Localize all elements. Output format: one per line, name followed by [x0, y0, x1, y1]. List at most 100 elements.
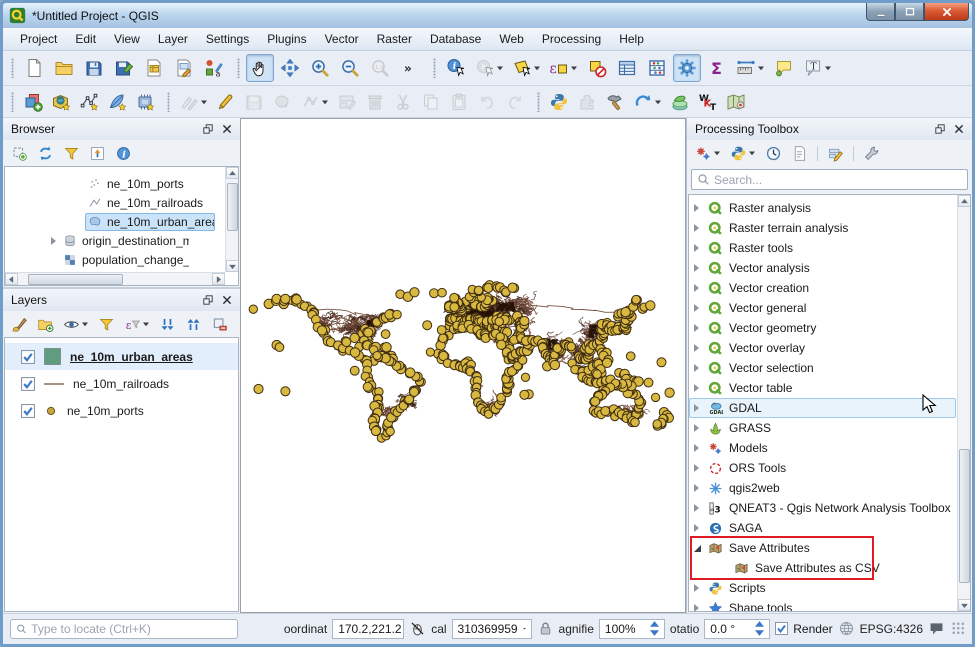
current-edits-button[interactable] [176, 89, 211, 115]
menu-vector[interactable]: Vector [316, 29, 368, 49]
statistics-sigma-button[interactable]: Σ [703, 54, 731, 82]
new-shapefile-button[interactable] [76, 89, 102, 115]
algorithm-vector-selection[interactable]: Vector selection [689, 358, 956, 378]
mouse-position-icon[interactable] [409, 620, 426, 637]
layer-checkbox-icon[interactable] [21, 404, 35, 418]
history-clock-button[interactable] [762, 142, 785, 164]
new-layout-button[interactable] [140, 54, 168, 82]
browser-item-ne-10m-ports[interactable]: ne_10m_ports [5, 174, 238, 193]
browser-item-origin-destination-matr[interactable]: origin_destination_matr [5, 231, 238, 250]
map-tips-button[interactable] [770, 54, 798, 82]
processing-close-button[interactable] [949, 121, 968, 138]
layer-item-ne-10m-ports[interactable]: ne_10m_ports [5, 397, 238, 424]
refresh-plugin-button[interactable] [630, 89, 665, 115]
magnifier-spinbox[interactable]: 100% [599, 619, 665, 639]
cut-button[interactable] [390, 89, 416, 115]
processing-toolbox-button[interactable] [673, 54, 701, 82]
models-button[interactable] [692, 142, 724, 164]
menu-layer[interactable]: Layer [149, 29, 197, 49]
expander-icon[interactable] [694, 504, 699, 512]
expander-icon[interactable] [694, 384, 699, 392]
algorithm-shape-tools[interactable]: Shape tools [689, 598, 956, 612]
select-by-expression-button[interactable]: ε [546, 54, 581, 82]
attribute-table-button[interactable] [613, 54, 641, 82]
algorithm-raster-terrain-analysis[interactable]: Raster terrain analysis [689, 218, 956, 238]
delete-selected-button[interactable] [362, 89, 388, 115]
algorithm-ors-tools[interactable]: ORS Tools [689, 458, 956, 478]
toolbar-grip[interactable] [537, 92, 540, 112]
remove-layer-button[interactable] [208, 313, 231, 335]
algorithm-vector-creation[interactable]: Vector creation [689, 278, 956, 298]
close-button[interactable] [924, 3, 969, 21]
new-scratch-layer-button[interactable] [132, 89, 158, 115]
algorithm-gdal[interactable]: GDALGDAL [689, 398, 956, 418]
zoom-native-button[interactable]: 1:1 [366, 54, 394, 82]
python-console-button[interactable] [546, 89, 572, 115]
expander-icon[interactable] [694, 224, 699, 232]
data-source-manager-button[interactable] [20, 89, 46, 115]
scroll-right-icon[interactable] [212, 273, 225, 285]
redo-button[interactable] [502, 89, 528, 115]
locate-input[interactable] [31, 622, 232, 636]
undo-button[interactable] [474, 89, 500, 115]
layer-checkbox-icon[interactable] [21, 350, 35, 364]
new-project-button[interactable] [20, 54, 48, 82]
expander-open-icon[interactable] [694, 545, 701, 552]
browser-close-button[interactable] [217, 121, 236, 138]
algorithm-vector-table[interactable]: Vector table [689, 378, 956, 398]
toolbar-grip[interactable] [237, 58, 240, 78]
spin-up-icon[interactable] [755, 621, 764, 628]
menu-database[interactable]: Database [421, 29, 490, 49]
resize-grip[interactable] [952, 622, 965, 635]
minimize-button[interactable] [866, 3, 895, 21]
select-features-button[interactable] [509, 54, 544, 82]
new-geopackage-button[interactable] [48, 89, 74, 115]
algorithm-models[interactable]: Models [689, 438, 956, 458]
algorithm-vector-overlay[interactable]: Vector overlay [689, 338, 956, 358]
collapse-all-button[interactable] [182, 313, 205, 335]
algorithm-vector-geometry[interactable]: Vector geometry [689, 318, 956, 338]
scroll-left-icon[interactable] [5, 273, 18, 285]
browser-item-ne-10m-railroads[interactable]: ne_10m_railroads [5, 193, 238, 212]
layer-styling-button[interactable] [8, 313, 31, 335]
python-console-button[interactable] [727, 142, 759, 164]
algorithm-raster-analysis[interactable]: Raster analysis [689, 198, 956, 218]
menu-help[interactable]: Help [610, 29, 653, 49]
menu-web[interactable]: Web [490, 29, 532, 49]
crs-label[interactable]: EPSG:4326 [860, 622, 923, 636]
spin-down-icon[interactable] [755, 629, 764, 636]
processing-vscrollbar[interactable] [957, 195, 970, 611]
zoom-in-button[interactable] [306, 54, 334, 82]
expander-icon[interactable] [694, 444, 699, 452]
processing-search[interactable] [691, 169, 968, 190]
edit-inplace-button[interactable] [824, 142, 847, 164]
rotation-spinbox[interactable]: 0.0 ° [704, 619, 770, 639]
menu-project[interactable]: Project [11, 29, 66, 49]
plugin-gray-button[interactable] [574, 89, 600, 115]
filter-button[interactable] [95, 313, 118, 335]
menu-plugins[interactable]: Plugins [258, 29, 315, 49]
expander-icon[interactable] [694, 604, 699, 612]
copy-button[interactable] [418, 89, 444, 115]
expander-icon[interactable] [694, 424, 699, 432]
expander-icon[interactable] [694, 304, 699, 312]
menu-view[interactable]: View [105, 29, 149, 49]
browser-item-ne-10m-urban-area[interactable]: ne_10m_urban_area [5, 212, 238, 231]
deselect-all-button[interactable] [583, 54, 611, 82]
browser-float-button[interactable] [198, 121, 217, 138]
layer-item-ne-10m-urban-areas[interactable]: ne_10m_urban_areas [5, 343, 238, 370]
filter-button[interactable] [60, 142, 83, 164]
crs-globe-icon[interactable] [838, 620, 855, 637]
browser-vscrollbar[interactable] [225, 167, 238, 272]
scrollbar-thumb[interactable] [227, 183, 238, 231]
paste-button[interactable] [446, 89, 472, 115]
maximize-button[interactable] [895, 3, 924, 21]
toolbar-grip[interactable] [433, 58, 436, 78]
algorithm-saga[interactable]: SAGA [689, 518, 956, 538]
toolbar-grip[interactable] [11, 58, 14, 78]
expander-icon[interactable] [694, 284, 699, 292]
scroll-up-icon[interactable] [958, 195, 971, 207]
layers-float-button[interactable] [198, 292, 217, 309]
expander-icon[interactable] [694, 484, 699, 492]
render-checkbox[interactable]: Render [775, 622, 832, 636]
